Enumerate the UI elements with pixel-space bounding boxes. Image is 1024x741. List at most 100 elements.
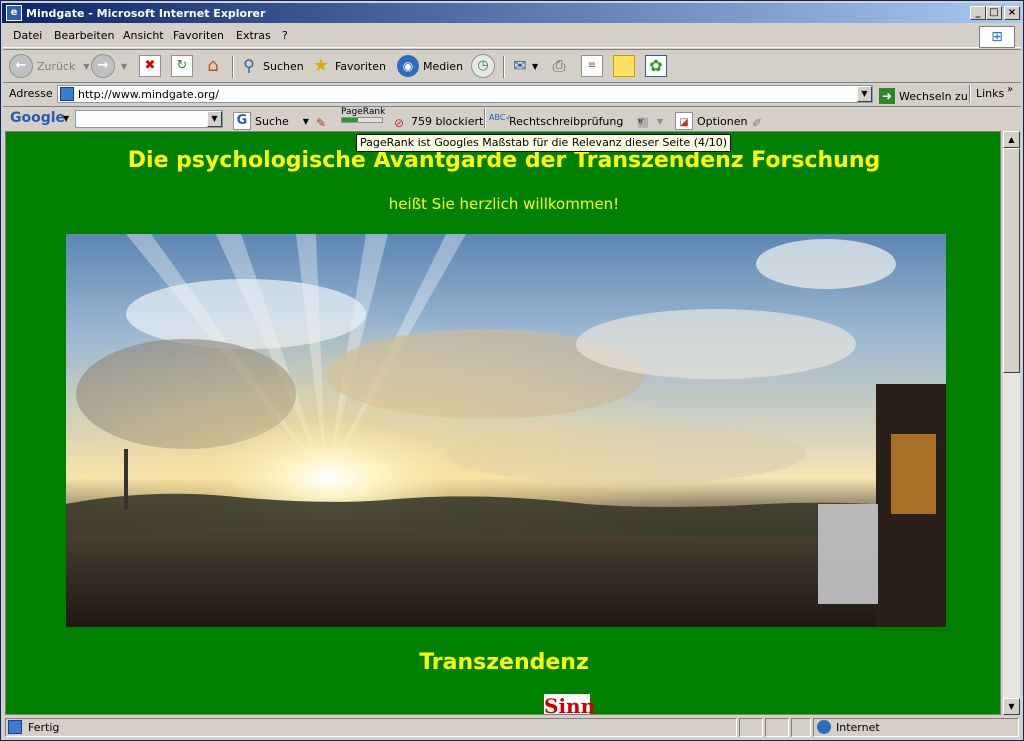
scroll-up-button[interactable]: ▲ <box>1003 131 1020 148</box>
pagerank-button[interactable]: PageRank <box>341 107 385 131</box>
close-button[interactable]: × <box>1004 6 1020 20</box>
search-button[interactable]: ⚲ Suchen <box>239 54 304 78</box>
favorites-label: Favoriten <box>335 59 386 73</box>
star-icon: ★ <box>312 55 330 76</box>
blocked-popup-icon: ⊘ <box>393 116 405 130</box>
address-label: Adresse <box>9 87 53 100</box>
history-button[interactable]: ◷ <box>471 54 495 78</box>
links-label[interactable]: Links <box>976 87 1004 100</box>
zone-panel: Internet <box>813 718 1019 737</box>
google-g-icon: G <box>233 112 251 130</box>
section-heading: Transzendenz <box>419 650 589 675</box>
page-icon <box>60 87 74 101</box>
ie-icon[interactable]: e <box>6 5 22 21</box>
pagerank-tooltip: PageRank ist Googles Maßstab für die Rel… <box>356 134 732 152</box>
mail-icon: ✉ <box>513 56 527 75</box>
welcome-text: heißt Sie herzlich willkommen! <box>388 195 620 213</box>
photo-illustration <box>66 234 946 627</box>
chevron-right-icon[interactable]: » <box>1007 84 1013 95</box>
globe-icon: ◉ <box>397 55 419 77</box>
search-label: Suchen <box>263 59 304 73</box>
pagerank-bar <box>341 117 383 123</box>
google-search-label: Suche <box>255 114 289 128</box>
sinn-link[interactable]: Sinn <box>544 694 595 714</box>
mail-button[interactable]: ✉ ▼ <box>510 54 538 78</box>
menu-tools[interactable]: Extras <box>236 29 271 42</box>
spellcheck-icon: ABC✓ <box>489 113 513 122</box>
address-url: http://www.mindgate.org/ <box>78 88 219 101</box>
google-menu-dropdown-icon[interactable]: ▼ <box>63 114 69 123</box>
menu-view[interactable]: Ansicht <box>123 29 164 42</box>
favorites-button[interactable]: ★ Favoriten <box>311 54 386 78</box>
forward-button[interactable]: → ▼ <box>91 54 127 78</box>
status-text: Fertig <box>28 721 60 734</box>
google-search-input[interactable]: ▼ <box>75 110 223 128</box>
title-bar[interactable]: e Mindgate - Microsoft Internet Explorer… <box>2 3 1022 23</box>
divider <box>421 714 541 715</box>
spellcheck-button[interactable]: ABC✓ Rechtschreibprüfung ▼ <box>489 109 644 133</box>
history-icon: ◷ <box>471 54 495 78</box>
page-done-icon <box>8 720 22 734</box>
menu-favorites[interactable]: Favoriten <box>173 29 224 42</box>
menu-help[interactable]: ? <box>282 29 288 42</box>
status-panel-empty <box>739 718 763 737</box>
window-title: Mindgate - Microsoft Internet Explorer <box>26 7 266 20</box>
search-icon: ⚲ <box>243 56 255 75</box>
refresh-icon: ↻ <box>171 55 193 77</box>
autofill-dropdown-icon[interactable]: ▼ <box>657 117 663 126</box>
vertical-scrollbar[interactable]: ▲ ▼ <box>1002 131 1020 715</box>
discuss-button[interactable] <box>613 54 635 78</box>
home-button[interactable]: ⌂ <box>203 54 223 78</box>
google-search-button[interactable]: G Suche ▼ <box>233 109 309 133</box>
stop-button[interactable]: ✖ <box>139 54 161 78</box>
page-viewport[interactable]: Die psychologische Avantgarde der Transz… <box>5 131 1001 715</box>
refresh-button[interactable]: ↻ <box>171 54 193 78</box>
print-button[interactable]: ⎙ <box>549 54 569 78</box>
scroll-thumb[interactable] <box>1003 148 1020 373</box>
status-panel-empty <box>765 718 789 737</box>
toolbar-separator <box>969 85 971 103</box>
flower-icon: ✿ <box>645 55 667 77</box>
maximize-button[interactable]: □ <box>986 6 1002 20</box>
options-button[interactable]: ◪ Optionen <box>675 109 747 133</box>
address-input[interactable]: http://www.mindgate.org/ ▼ <box>57 85 873 103</box>
messenger-button[interactable]: ✿ <box>645 54 667 78</box>
internet-globe-icon <box>817 720 831 734</box>
google-logo[interactable]: Google <box>10 110 65 126</box>
news-icon: ✎ <box>315 116 327 130</box>
pagerank-label: PageRank <box>341 107 386 117</box>
forward-dropdown-icon[interactable]: ▼ <box>121 62 127 71</box>
mail-dropdown-icon[interactable]: ▼ <box>532 62 538 71</box>
menu-edit[interactable]: Bearbeiten <box>54 29 114 42</box>
pen-icon: ✐ <box>751 116 763 130</box>
blocked-label: 759 blockiert <box>411 114 484 128</box>
scroll-down-button[interactable]: ▼ <box>1003 698 1020 715</box>
media-label: Medien <box>423 59 464 73</box>
go-button[interactable]: ➜ Wechseln zu <box>879 84 968 108</box>
google-search-dropdown-button[interactable]: ▼ <box>207 111 222 127</box>
stop-icon: ✖ <box>139 55 161 77</box>
standard-toolbar: ← Zurück ▼ → ▼ ✖ ↻ ⌂ ⚲ Suchen ★ Favorite… <box>3 49 1021 82</box>
browser-window: e Mindgate - Microsoft Internet Explorer… <box>0 0 1024 741</box>
popup-blocker-button[interactable]: ⊘ 759 blockiert <box>391 109 483 133</box>
news-button[interactable]: ✎ <box>313 109 329 133</box>
back-button[interactable]: ← Zurück ▼ <box>9 54 90 78</box>
autofill-icon: ▦ <box>636 115 650 130</box>
autofill-button[interactable]: ▦ ▼ <box>635 109 663 133</box>
menu-file[interactable]: Datei <box>13 29 42 42</box>
edit-button[interactable]: ≡ <box>581 54 603 78</box>
spellcheck-label: Rechtschreibprüfung <box>509 114 624 128</box>
status-panel-empty <box>791 718 811 737</box>
status-text-panel: Fertig <box>5 718 737 737</box>
google-search-dropdown-icon[interactable]: ▼ <box>303 117 309 126</box>
edit-icon: ≡ <box>581 55 603 77</box>
address-dropdown-button[interactable]: ▼ <box>857 86 872 102</box>
highlight-button[interactable]: ✐ <box>749 109 765 133</box>
go-label: Wechseln zu <box>899 89 968 103</box>
minimize-button[interactable]: _ <box>970 6 986 20</box>
printer-icon: ⎙ <box>552 56 566 75</box>
toolbar-separator <box>232 56 234 78</box>
media-button[interactable]: ◉ Medien <box>397 54 463 78</box>
toolbar-separator <box>484 108 486 128</box>
back-dropdown-icon[interactable]: ▼ <box>83 62 89 71</box>
